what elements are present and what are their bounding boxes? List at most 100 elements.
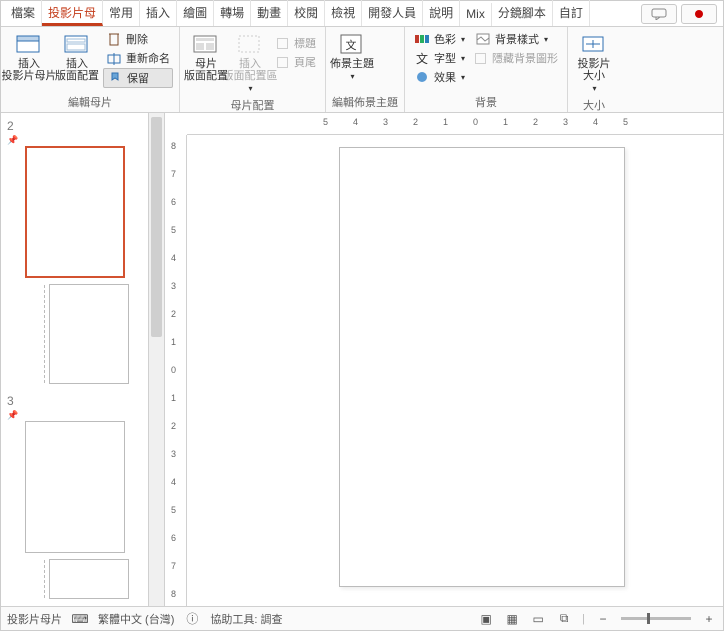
chevron-down-icon: ▾ xyxy=(593,84,597,93)
work-area: 2 📌 3 📌 54321012345 87654321012345678 xyxy=(1,113,723,606)
rename-icon xyxy=(106,50,122,66)
chevron-down-icon: ▾ xyxy=(350,72,354,81)
slide-canvas-wrap[interactable] xyxy=(187,135,723,606)
status-bar: 投影片母片 ⌨ 繁體中文 (台灣) ⓘ 協助工具: 調查 ▣ ▦ ▭ ⧉ | −… xyxy=(1,606,723,630)
slide-canvas[interactable] xyxy=(339,147,625,587)
slide-size-icon xyxy=(580,32,608,56)
tab-home[interactable]: 常用 xyxy=(103,0,140,26)
preserve-icon xyxy=(107,70,123,86)
thumb-number: 3 xyxy=(7,394,14,408)
master-layout-icon xyxy=(192,32,220,56)
chevron-down-icon: ▾ xyxy=(461,54,465,63)
group-label-background: 背景 xyxy=(411,92,561,110)
tab-animation[interactable]: 動畫 xyxy=(251,0,288,26)
thumbnail-panel[interactable]: 2 📌 3 📌 xyxy=(1,113,149,606)
insert-layout-button[interactable]: 插入 版面配置 xyxy=(55,30,99,84)
colors-button[interactable]: 色彩▾ xyxy=(411,30,468,48)
vertical-ruler[interactable]: 87654321012345678 xyxy=(165,135,187,606)
tab-mix[interactable]: Mix xyxy=(460,3,492,26)
hide-bg-checkbox[interactable]: 隱藏背景圖形 xyxy=(472,49,561,67)
preserve-button[interactable]: 保留 xyxy=(103,68,173,88)
footer-checkbox[interactable]: 頁尾 xyxy=(274,53,319,71)
zoom-slider-knob[interactable] xyxy=(647,613,650,624)
layout-thumb[interactable] xyxy=(49,559,129,599)
sorter-view-button[interactable]: ▦ xyxy=(504,611,520,627)
delete-icon xyxy=(106,31,122,47)
insert-slide-master-button[interactable]: 插入 投影片母片 xyxy=(7,30,51,84)
master-thumb-3[interactable]: 3 📌 xyxy=(5,394,144,599)
checkbox-icon xyxy=(475,53,486,64)
effects-icon xyxy=(414,69,430,85)
group-edit-theme: 文 佈景主題▾ 編輯佈景主題 xyxy=(326,27,405,112)
tab-bar: 檔案 投影片母 常用 插入 繪圖 轉場 動畫 校閱 檢視 開發人員 說明 Mix… xyxy=(1,1,723,27)
zoom-in-button[interactable]: + xyxy=(701,611,717,627)
theme-icon: 文 xyxy=(338,32,366,56)
slide-master-icon xyxy=(15,32,43,56)
master-thumb-2[interactable]: 2 📌 xyxy=(5,119,144,384)
master-slide-thumb[interactable] xyxy=(25,146,125,278)
comment-icon xyxy=(651,8,667,20)
rename-button[interactable]: 重新命名 xyxy=(103,49,173,67)
tab-storyboard[interactable]: 分鏡腳本 xyxy=(492,0,553,26)
effects-button[interactable]: 效果▾ xyxy=(411,68,468,86)
tab-slide-master[interactable]: 投影片母 xyxy=(42,0,103,26)
comments-button[interactable] xyxy=(641,4,677,24)
tab-file[interactable]: 檔案 xyxy=(5,0,42,26)
tab-insert[interactable]: 插入 xyxy=(140,0,177,26)
layout-icon xyxy=(63,32,91,56)
group-label-master-layout: 母片配置 xyxy=(186,95,319,113)
theme-button[interactable]: 文 佈景主題▾ xyxy=(332,30,372,83)
group-background: 色彩▾ 文字型▾ 效果▾ 背景樣式▾ 隱藏背景圖形 背景 xyxy=(405,27,568,112)
status-language[interactable]: 繁體中文 (台灣) xyxy=(98,611,174,627)
pin-icon: 📌 xyxy=(7,135,144,146)
group-size: 投影片 大小▾ 大小 xyxy=(568,27,620,112)
reading-view-button[interactable]: ▭ xyxy=(530,611,546,627)
delete-button[interactable]: 刪除 xyxy=(103,30,173,48)
chevron-down-icon: ▾ xyxy=(461,73,465,82)
thumb-number: 2 xyxy=(7,119,14,133)
zoom-out-button[interactable]: − xyxy=(595,611,611,627)
group-edit-master: 插入 投影片母片 插入 版面配置 刪除 重新命名 保留 編輯母片 xyxy=(1,27,180,112)
slide-size-button[interactable]: 投影片 大小▾ xyxy=(574,30,614,95)
title-checkbox[interactable]: 標題 xyxy=(274,34,319,52)
insert-placeholder-button[interactable]: 插入 版面配置區▾ xyxy=(230,30,270,95)
svg-text:文: 文 xyxy=(416,51,428,65)
colors-icon xyxy=(414,31,430,47)
edit-area: 54321012345 87654321012345678 xyxy=(165,113,723,606)
group-label-size: 大小 xyxy=(574,95,614,113)
bg-styles-icon xyxy=(475,31,491,47)
horizontal-ruler[interactable]: 54321012345 xyxy=(187,113,723,135)
fonts-icon: 文 xyxy=(414,50,430,66)
chevron-down-icon: ▾ xyxy=(248,84,252,93)
keyboard-icon[interactable]: ⌨ xyxy=(72,611,88,627)
master-slide-thumb[interactable] xyxy=(25,421,125,553)
fonts-button[interactable]: 文字型▾ xyxy=(411,49,468,67)
svg-text:文: 文 xyxy=(346,38,357,52)
group-master-layout: 母片 版面配置 插入 版面配置區▾ 標題 頁尾 母片配置 xyxy=(180,27,326,112)
checkbox-icon xyxy=(277,38,288,49)
scrollbar-thumb[interactable] xyxy=(151,117,162,337)
background-styles-button[interactable]: 背景樣式▾ xyxy=(472,30,561,48)
normal-view-button[interactable]: ▣ xyxy=(478,611,494,627)
master-layout-button[interactable]: 母片 版面配置 xyxy=(186,30,226,84)
accessibility-icon[interactable]: ⓘ xyxy=(184,611,200,627)
zoom-slider[interactable] xyxy=(621,617,691,620)
tab-draw[interactable]: 繪圖 xyxy=(177,0,214,26)
tab-custom[interactable]: 自訂 xyxy=(553,0,590,26)
tab-review[interactable]: 校閱 xyxy=(288,0,325,26)
record-button[interactable] xyxy=(681,4,717,24)
tab-help[interactable]: 說明 xyxy=(423,0,460,26)
pin-icon: 📌 xyxy=(7,410,144,421)
status-view: 投影片母片 xyxy=(7,611,62,627)
layout-thumb[interactable] xyxy=(49,284,129,384)
status-accessibility[interactable]: 協助工具: 調查 xyxy=(210,611,282,627)
slideshow-button[interactable]: ⧉ xyxy=(556,611,572,627)
group-label-edit-master: 編輯母片 xyxy=(7,92,173,110)
tab-developer[interactable]: 開發人員 xyxy=(362,0,423,26)
tab-view[interactable]: 檢視 xyxy=(325,0,362,26)
tab-transition[interactable]: 轉場 xyxy=(214,0,251,26)
thumbnail-scrollbar[interactable] xyxy=(149,113,165,606)
ribbon: 插入 投影片母片 插入 版面配置 刪除 重新命名 保留 編輯母片 母片 版面配置… xyxy=(1,27,723,113)
group-label-edit-theme: 編輯佈景主題 xyxy=(332,92,398,110)
placeholder-icon xyxy=(236,32,264,56)
